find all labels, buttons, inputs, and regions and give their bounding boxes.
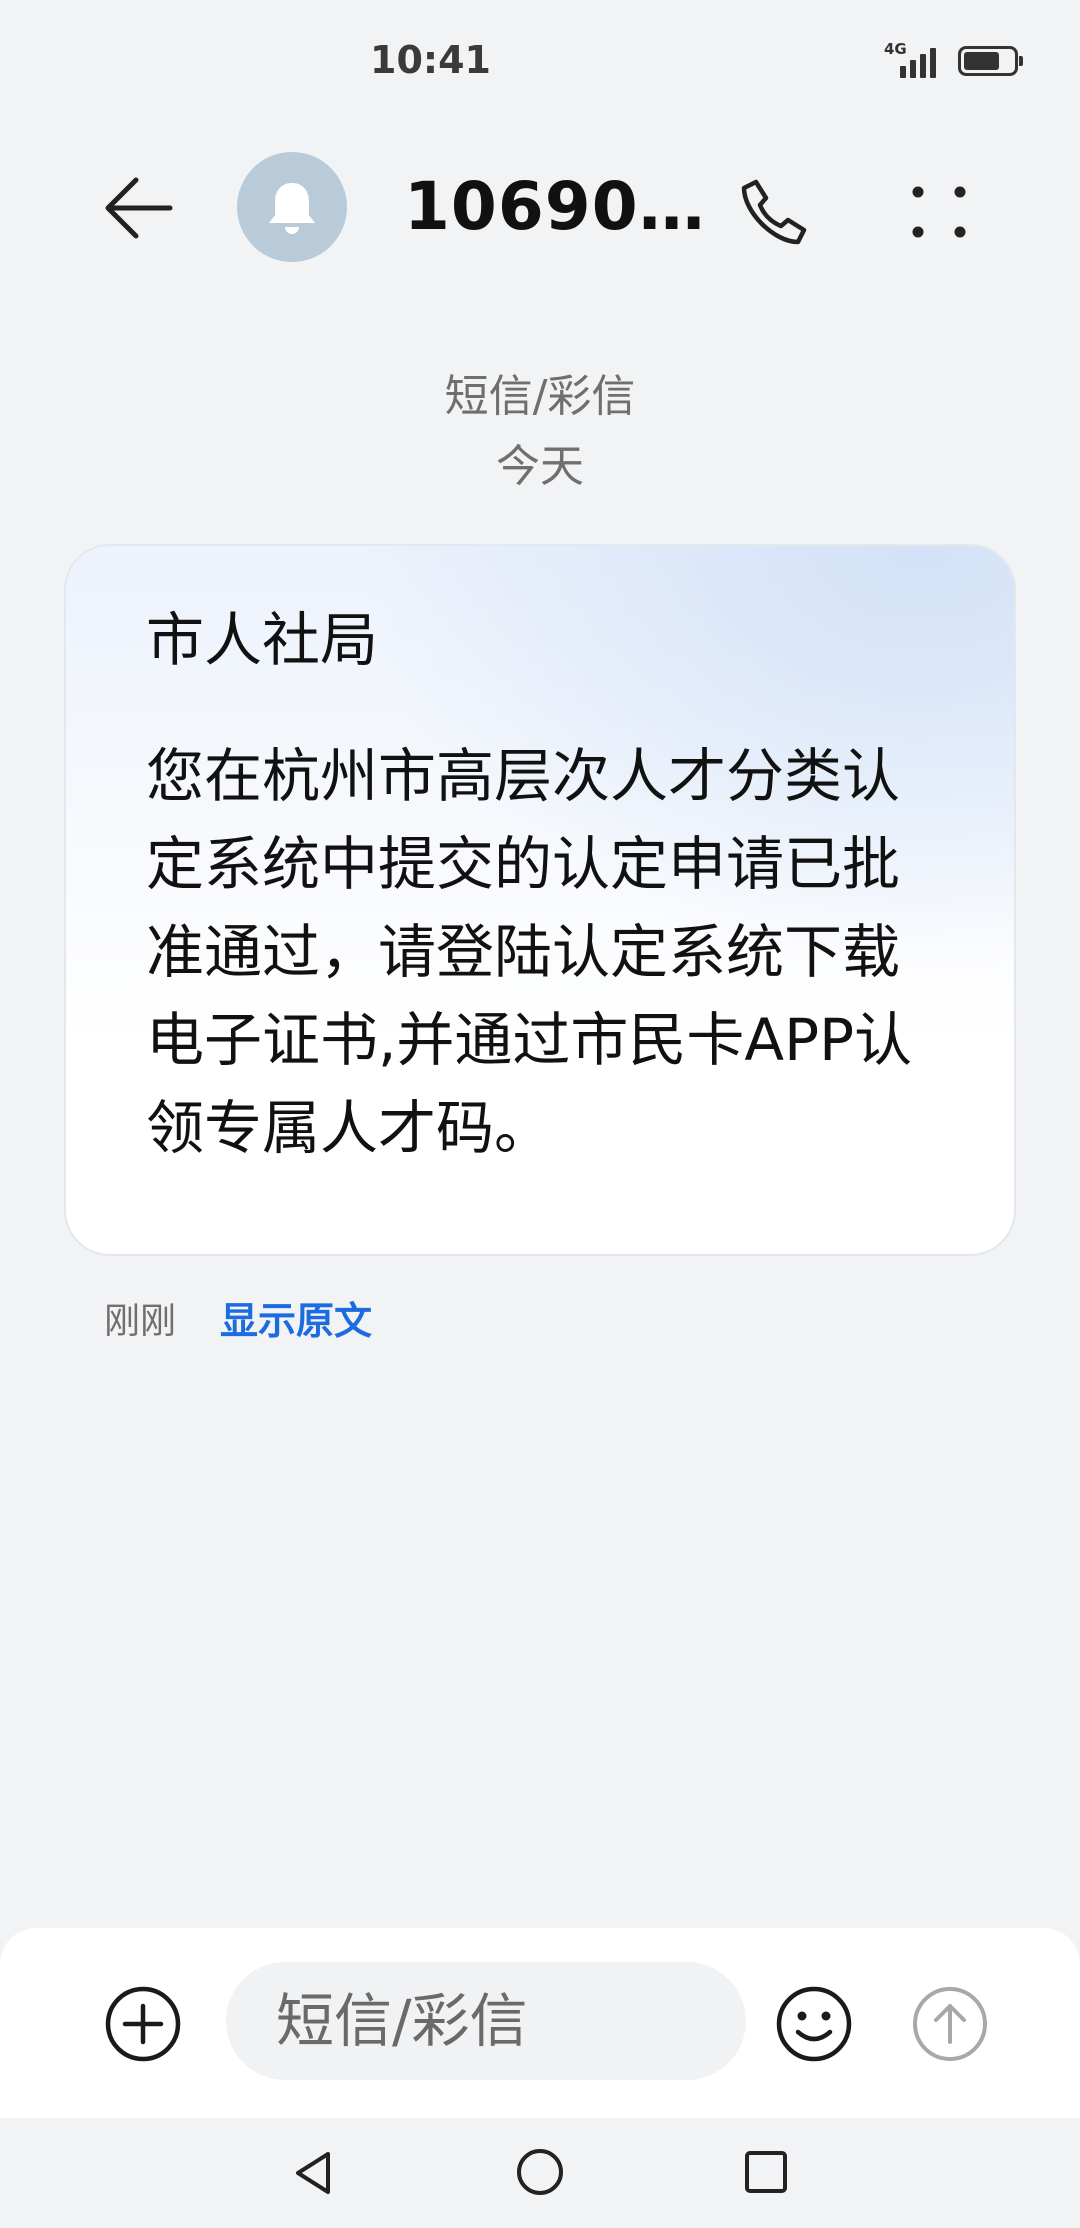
date-label: 今天 [496,441,584,492]
message-body: 您在杭州市高层次人才分类认定系统中提交的认定申请已批准通过，请登陆认定系统下载电… [146,741,913,1162]
status-bar: 10:41 4G [0,0,1080,110]
avatar[interactable] [237,152,347,262]
message-input[interactable] [226,1962,746,2080]
bell-icon [269,183,315,234]
triangle-back-icon [296,2152,330,2194]
circle-home-icon [517,2149,563,2195]
nav-back-button[interactable] [290,2148,340,2198]
nav-recents-button[interactable] [742,2148,790,2196]
status-icons: 4G [884,40,1023,78]
call-button[interactable] [734,172,814,252]
status-time: 10:41 [370,38,491,82]
signal-icon: 4G [884,40,942,78]
show-original-link[interactable]: 显示原文 [220,1290,372,1345]
square-recents-icon [745,2151,787,2193]
system-nav-bar [0,2118,1080,2228]
more-button[interactable] [900,172,980,252]
battery-icon [958,46,1023,76]
back-button[interactable] [100,168,180,248]
attach-button[interactable] [103,1984,183,2064]
message-meta: 刚刚 显示原文 [104,1290,372,1345]
message-time: 刚刚 [104,1300,177,1342]
conversation-header: 10690… [0,130,1080,280]
emoji-button[interactable] [774,1984,854,2064]
phone-icon [741,179,807,245]
message-sender: 市人社局 [146,606,379,674]
back-arrow-icon [105,177,173,239]
smiley-icon [776,1986,852,2062]
contact-name[interactable]: 10690… [404,168,706,245]
plus-circle-icon [105,1986,181,2062]
nav-home-button[interactable] [514,2146,566,2198]
send-button[interactable] [910,1984,990,2064]
composer [0,1928,1080,2118]
send-arrow-icon [913,1987,987,2061]
more-dots-icon [912,186,966,238]
message-bubble[interactable]: 市人社局 您在杭州市高层次人才分类认定系统中提交的认定申请已批准通过，请登陆认定… [64,544,1016,1256]
message-type-label: 短信/彩信 [444,371,636,422]
